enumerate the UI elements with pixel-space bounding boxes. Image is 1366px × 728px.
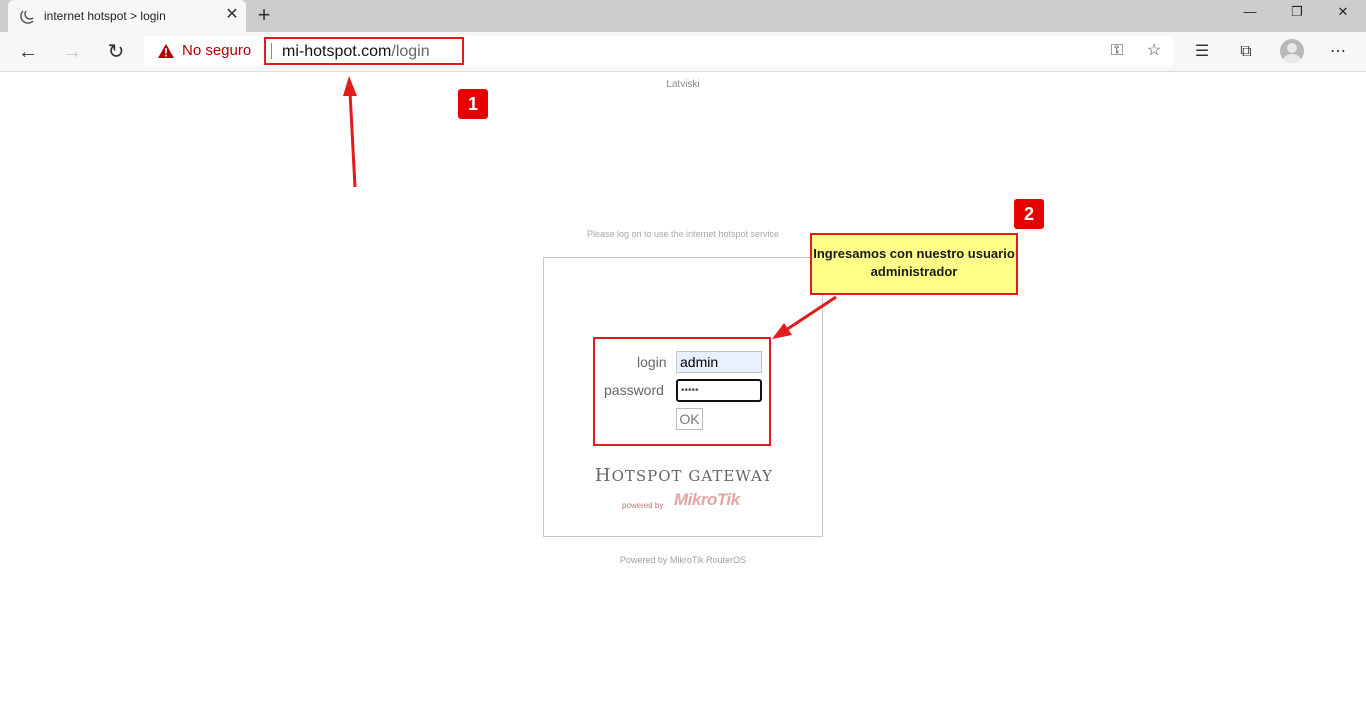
tab-strip: internet hotspot > login ✕ + — ❐ ✕: [0, 0, 1366, 32]
arrow-to-url: [348, 91, 357, 188]
annotation-badge-2: 2: [1014, 199, 1044, 229]
forward-icon[interactable]: →: [60, 40, 84, 64]
footer-text: Powered by MikroTik RouterOS: [619, 555, 747, 565]
mikrotik-logo: MikroTik: [674, 490, 740, 509]
annotation-badge-1: 1: [458, 89, 488, 119]
profile-avatar-icon[interactable]: [1280, 39, 1304, 63]
url-path: /login: [391, 43, 430, 60]
url-text[interactable]: mi-hotspot.com/login: [282, 43, 430, 61]
url-highlight-box: mi-hotspot.com/login: [264, 37, 464, 65]
powered-by-label: powered by: [622, 501, 664, 510]
key-icon[interactable]: ⚿: [1107, 41, 1127, 61]
mikrotik-favicon-icon: [20, 10, 34, 24]
favorite-star-icon[interactable]: ☆: [1144, 41, 1164, 61]
annotation-callout: Ingresamos con nuestro usuario administr…: [810, 233, 1018, 295]
tab-title: internet hotspot > login: [44, 9, 166, 23]
back-icon[interactable]: ←: [16, 40, 40, 64]
browser-toolbar: ← → ↻ No seguro mi-hotspot.com/login ⚿ ☆…: [0, 32, 1366, 72]
close-window-icon[interactable]: ✕: [1333, 4, 1353, 20]
minimize-icon[interactable]: —: [1240, 4, 1260, 20]
restore-icon[interactable]: ❐: [1287, 4, 1307, 20]
new-tab-button[interactable]: +: [254, 4, 274, 26]
browser-tab[interactable]: internet hotspot > login ✕: [8, 0, 246, 32]
address-bar[interactable]: No seguro mi-hotspot.com/login ⚿ ☆: [144, 36, 1174, 66]
hotspot-gateway-title: HOTSPOT GATEWAY: [594, 465, 774, 486]
close-tab-icon[interactable]: ✕: [224, 6, 240, 24]
favorites-list-icon[interactable]: ☰: [1190, 40, 1214, 64]
not-secure-label[interactable]: No seguro: [182, 42, 251, 59]
warning-icon: [158, 44, 174, 58]
language-link[interactable]: Latviski: [0, 79, 1366, 90]
login-subtitle: Please log on to use the internet hotspo…: [586, 229, 780, 239]
refresh-icon[interactable]: ↻: [104, 40, 128, 64]
collections-icon[interactable]: ⧉: [1234, 40, 1258, 64]
more-menu-icon[interactable]: ⋯: [1326, 40, 1350, 64]
url-separator: [271, 43, 272, 59]
url-host: mi-hotspot.com: [282, 43, 392, 60]
form-highlight-box: [593, 337, 771, 446]
